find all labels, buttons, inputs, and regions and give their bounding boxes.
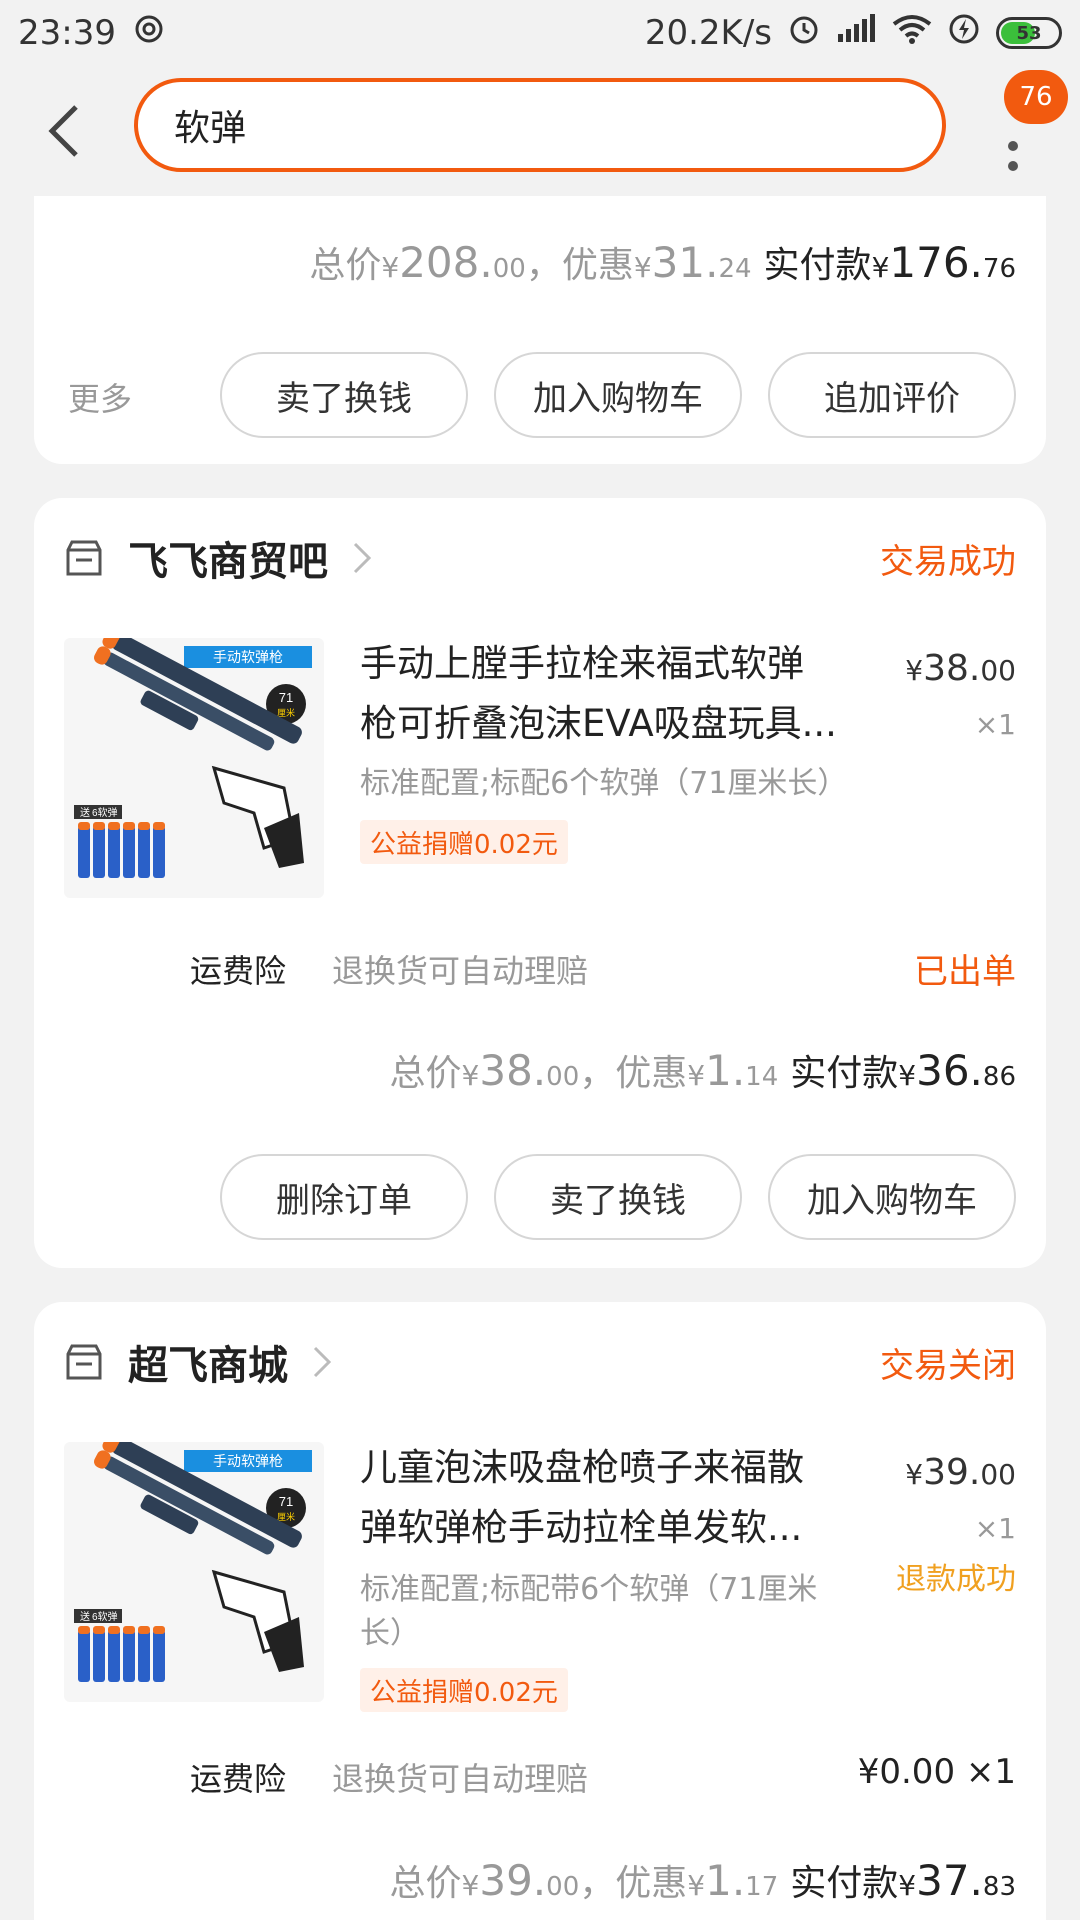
delete-order-button[interactable]: 删除订单 xyxy=(220,1154,468,1240)
product-price: ¥38.00 xyxy=(905,648,1016,689)
insurance-label: 运费险 xyxy=(190,1760,287,1798)
order-totals: 总价 ¥39. 00 ，优惠 ¥1. 17 实付款 ¥37. 83 xyxy=(389,1856,1016,1905)
back-button[interactable] xyxy=(38,96,88,166)
svg-text:手动软弹枪: 手动软弹枪 xyxy=(213,1453,283,1469)
insurance-desc: 退换货可自动理赔 xyxy=(332,952,589,990)
svg-text:送: 送 xyxy=(80,1610,90,1623)
charity-tag: 公益捐赠0.02元 xyxy=(360,1668,568,1712)
order-totals: 总价 ¥38. 00 ，优惠 ¥1. 14 实付款 ¥36. 86 xyxy=(389,1046,1016,1095)
order-card: 飞飞商贸吧 交易成功 手动软弹枪 71 厘米 送 6软弹 手动上膛手拉栓来福式软… xyxy=(34,498,1046,1268)
alarm-icon xyxy=(788,13,820,54)
add-to-cart-button[interactable]: 加入购物车 xyxy=(494,352,742,438)
product-image[interactable]: 手动软弹枪 71 厘米 送 6软弹 xyxy=(64,1430,324,1702)
shop-header[interactable]: 飞飞商贸吧 交易成功 xyxy=(64,528,1016,588)
order-totals: 总价 ¥208. 00 ，优惠 ¥31. 24 实付款 ¥176. 76 xyxy=(309,238,1016,287)
insurance-price: ¥0.00 ×1 xyxy=(857,1752,1016,1792)
order-card: 超飞商城 交易关闭 手动软弹枪 71 厘米 送 6软弹 儿童泡沫吸盘枪喷子来福散… xyxy=(34,1302,1046,1920)
svg-text:6软弹: 6软弹 xyxy=(92,1610,118,1623)
order-actions: 卖了换钱 加入购物车 追加评价 xyxy=(220,352,1016,438)
battery-icon: 53 xyxy=(996,17,1062,49)
order-status: 交易关闭 xyxy=(880,1345,1016,1386)
product-spec: 标准配置;标配带6个软弹（71厘米长） xyxy=(360,1572,818,1651)
more-dot-icon xyxy=(1008,141,1018,151)
product-quantity: ×1 xyxy=(974,708,1016,741)
charity-tag: 公益捐赠0.02元 xyxy=(360,820,568,864)
product-title[interactable]: 儿童泡沫吸盘枪喷子来福散 弹软弹枪手动拉栓单发软... xyxy=(360,1438,880,1558)
signal-icon xyxy=(836,13,876,53)
app-notification-icon xyxy=(134,13,164,53)
svg-text:厘米: 厘米 xyxy=(277,707,295,718)
order-status: 交易成功 xyxy=(880,541,1016,582)
svg-text:6软弹: 6软弹 xyxy=(92,806,118,819)
shop-icon xyxy=(66,540,102,576)
sell-button[interactable]: 卖了换钱 xyxy=(494,1154,742,1240)
svg-text:厘米: 厘米 xyxy=(277,1511,295,1522)
shop-header[interactable]: 超飞商城 交易关闭 xyxy=(64,1332,1016,1392)
add-review-button[interactable]: 追加评价 xyxy=(768,352,1016,438)
insurance-status: 已出单 xyxy=(914,952,1016,992)
status-bar: 23:39 20.2K/s 53 xyxy=(0,0,1080,66)
product-quantity: ×1 xyxy=(974,1512,1016,1545)
search-input[interactable]: 软弹 xyxy=(134,78,946,172)
chevron-right-icon xyxy=(313,1346,332,1378)
more-menu-button[interactable] xyxy=(990,116,1036,196)
svg-text:71: 71 xyxy=(279,690,293,705)
order-actions: 删除订单 卖了换钱 加入购物车 xyxy=(220,1154,1016,1240)
product-spec: 标准配置;标配6个软弹（71厘米长） xyxy=(360,766,848,801)
chevron-right-icon xyxy=(353,542,372,574)
refund-status: 退款成功 xyxy=(896,1562,1016,1597)
more-link[interactable]: 更多 xyxy=(68,374,132,420)
message-badge: 76 xyxy=(1004,70,1068,124)
shop-name: 超飞商城 xyxy=(128,1343,288,1389)
charging-icon xyxy=(948,13,980,54)
chevron-left-icon xyxy=(48,105,78,157)
shop-icon xyxy=(66,1344,102,1380)
product-price: ¥39.00 xyxy=(905,1452,1016,1493)
insurance-label: 运费险 xyxy=(190,952,287,990)
svg-text:手动软弹枪: 手动软弹枪 xyxy=(213,649,283,665)
svg-text:送: 送 xyxy=(80,806,90,819)
product-image[interactable]: 手动软弹枪 71 厘米 送 6软弹 xyxy=(64,626,324,898)
more-dot-icon xyxy=(1008,161,1018,171)
search-query: 软弹 xyxy=(174,108,247,149)
sell-button[interactable]: 卖了换钱 xyxy=(220,352,468,438)
status-time: 23:39 xyxy=(18,13,116,53)
product-title[interactable]: 手动上膛手拉栓来福式软弹 枪可折叠泡沫EVA吸盘玩具... xyxy=(360,634,880,754)
svg-text:71: 71 xyxy=(279,1494,293,1509)
network-speed: 20.2K/s xyxy=(644,13,772,53)
header: 软弹 76 xyxy=(0,66,1080,196)
shop-name: 飞飞商贸吧 xyxy=(128,539,328,585)
add-to-cart-button[interactable]: 加入购物车 xyxy=(768,1154,1016,1240)
wifi-icon xyxy=(892,13,932,53)
order-card: 总价 ¥208. 00 ，优惠 ¥31. 24 实付款 ¥176. 76 更多 卖了换钱 加… xyxy=(34,196,1046,464)
insurance-desc: 退换货可自动理赔 xyxy=(332,1760,589,1798)
